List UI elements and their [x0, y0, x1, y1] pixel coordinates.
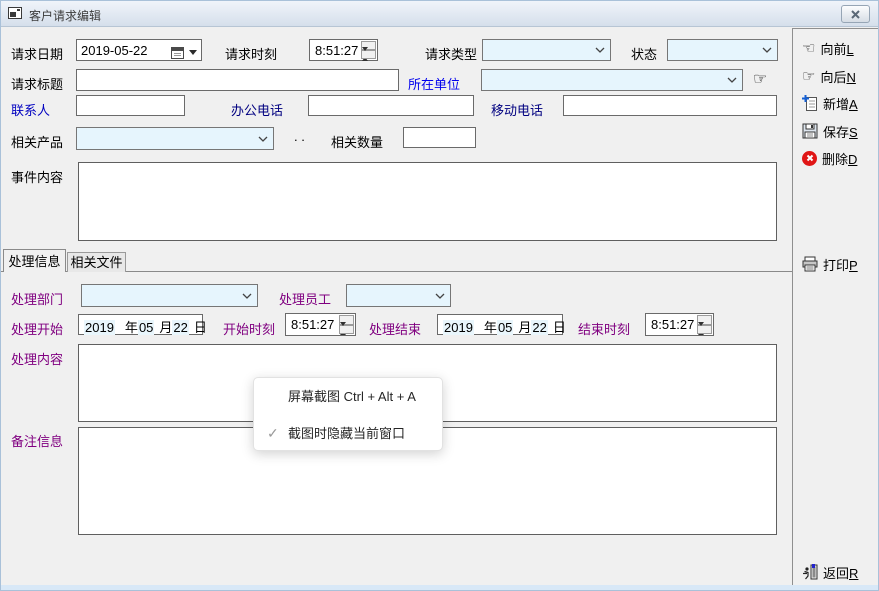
end-date-field[interactable]: 2019 年05 月22 日: [437, 314, 563, 335]
spin-down-button[interactable]: [361, 50, 376, 59]
start-time-value: 8:51:27: [291, 317, 334, 332]
end-time-value: 8:51:27: [651, 317, 694, 332]
delete-x-icon: [802, 151, 817, 166]
menu-item-hide-window[interactable]: ✓ 截图时隐藏当前窗口: [254, 415, 442, 452]
start-year[interactable]: 2019: [84, 320, 115, 335]
year-unit: 年: [484, 320, 497, 335]
office-phone-label: 办公电话: [231, 100, 283, 119]
employee-label: 处理员工: [279, 289, 331, 308]
event-content-textarea[interactable]: [78, 162, 777, 241]
close-button[interactable]: [841, 5, 870, 23]
chevron-down-icon: [727, 77, 737, 83]
chevron-down-icon: [435, 293, 445, 299]
start-date-label: 处理开始: [11, 319, 63, 338]
end-year[interactable]: 2019: [443, 320, 474, 335]
contact-input[interactable]: [76, 95, 185, 116]
product-select[interactable]: [76, 127, 274, 150]
product-dots: . .: [294, 129, 305, 144]
request-date-label: 请求日期: [11, 44, 63, 63]
quantity-label: 相关数量: [331, 132, 383, 151]
request-time-value: 8:51:27: [315, 43, 358, 58]
calendar-icon: [171, 47, 184, 59]
year-unit: 年: [125, 320, 138, 335]
tab-related-files[interactable]: 相关文件: [67, 252, 126, 272]
add-document-icon: [802, 95, 818, 111]
company-select[interactable]: [481, 69, 743, 91]
exit-door-icon: [802, 564, 818, 580]
print-button[interactable]: 打印P: [802, 253, 876, 275]
save-button[interactable]: 保存S: [802, 120, 876, 142]
check-icon: ✓: [267, 415, 279, 452]
quantity-input[interactable]: [403, 127, 476, 148]
chevron-down-icon: [595, 47, 605, 53]
status-label: 状态: [631, 44, 657, 63]
request-time-spinner[interactable]: 8:51:27: [309, 39, 378, 61]
titlebar: 客户请求编辑: [1, 1, 878, 27]
company-label: 所在单位: [408, 74, 460, 93]
end-day[interactable]: 22: [531, 320, 547, 335]
screenshot-context-menu: 屏幕截图 Ctrl + Alt + A ✓ 截图时隐藏当前窗口: [253, 377, 443, 451]
mobile-phone-input[interactable]: [563, 95, 777, 116]
company-lookup-hand-icon[interactable]: ☞: [753, 69, 767, 89]
status-select[interactable]: [667, 39, 778, 61]
request-type-label: 请求类型: [425, 44, 477, 63]
employee-select[interactable]: [346, 284, 451, 307]
request-title-input[interactable]: [76, 69, 399, 91]
request-title-label: 请求标题: [11, 74, 63, 93]
add-button[interactable]: 新增A: [802, 92, 876, 114]
product-label: 相关产品: [11, 132, 63, 151]
hand-right-icon: ☞: [802, 69, 815, 84]
spin-down-button[interactable]: [697, 325, 712, 335]
tab-processing-info[interactable]: 处理信息: [3, 249, 66, 272]
contact-label: 联系人: [11, 100, 50, 119]
start-time-label: 开始时刻: [223, 319, 275, 338]
spin-down-button[interactable]: [339, 325, 354, 335]
chevron-down-icon: [242, 293, 252, 299]
event-content-label: 事件内容: [11, 167, 63, 186]
back-button[interactable]: 返回R: [802, 561, 876, 583]
menu-item-label: 截图时隐藏当前窗口: [288, 415, 405, 452]
start-month[interactable]: 05: [138, 320, 154, 335]
end-date-label: 处理结束: [369, 319, 421, 338]
chevron-down-icon: [762, 47, 772, 53]
end-month[interactable]: 05: [497, 320, 513, 335]
close-icon: [851, 10, 860, 19]
start-time-spinner[interactable]: 8:51:27: [285, 313, 356, 336]
toolbar-panel: ☜ 向前L ☞ 向后N 新增A 保存S 删除D 打印P 返回R: [792, 28, 878, 585]
month-unit: 月: [159, 320, 172, 335]
start-date-field[interactable]: 2019年05月22日: [78, 314, 203, 335]
day-unit: 日: [194, 320, 207, 335]
start-day[interactable]: 22: [172, 320, 188, 335]
window-title: 客户请求编辑: [29, 7, 101, 24]
end-time-spinner[interactable]: 8:51:27: [645, 313, 714, 336]
dropdown-arrow-icon[interactable]: [189, 50, 197, 55]
mobile-phone-label: 移动电话: [491, 100, 543, 119]
delete-button[interactable]: 删除D: [802, 147, 876, 169]
request-date-value: 2019-05-22: [81, 43, 148, 58]
end-time-label: 结束时刻: [578, 319, 630, 338]
day-unit: 日: [553, 320, 566, 335]
floppy-disk-icon: [802, 123, 818, 139]
office-phone-input[interactable]: [308, 95, 474, 116]
content-label: 处理内容: [11, 349, 63, 368]
customer-request-edit-window: 客户请求编辑 请求日期 2019-05-22 请求时刻 8:51:27 请求类型…: [0, 0, 879, 591]
backward-button[interactable]: ☞ 向后N: [802, 65, 876, 87]
menu-item-label: 屏幕截图 Ctrl + Alt + A: [288, 378, 416, 415]
request-time-label: 请求时刻: [225, 44, 277, 63]
menu-item-screenshot[interactable]: 屏幕截图 Ctrl + Alt + A: [254, 378, 442, 415]
printer-icon: [802, 256, 818, 272]
forward-button[interactable]: ☜ 向前L: [802, 37, 876, 59]
window-bottom-border: [1, 585, 878, 590]
dept-label: 处理部门: [11, 289, 63, 308]
dept-select[interactable]: [81, 284, 258, 307]
month-unit: 月: [518, 320, 531, 335]
remark-label: 备注信息: [11, 431, 63, 450]
hand-left-icon: ☜: [802, 41, 815, 56]
request-type-select[interactable]: [482, 39, 611, 61]
window-icon: [8, 7, 22, 19]
request-date-picker[interactable]: 2019-05-22: [76, 39, 202, 61]
chevron-down-icon: [258, 136, 268, 142]
